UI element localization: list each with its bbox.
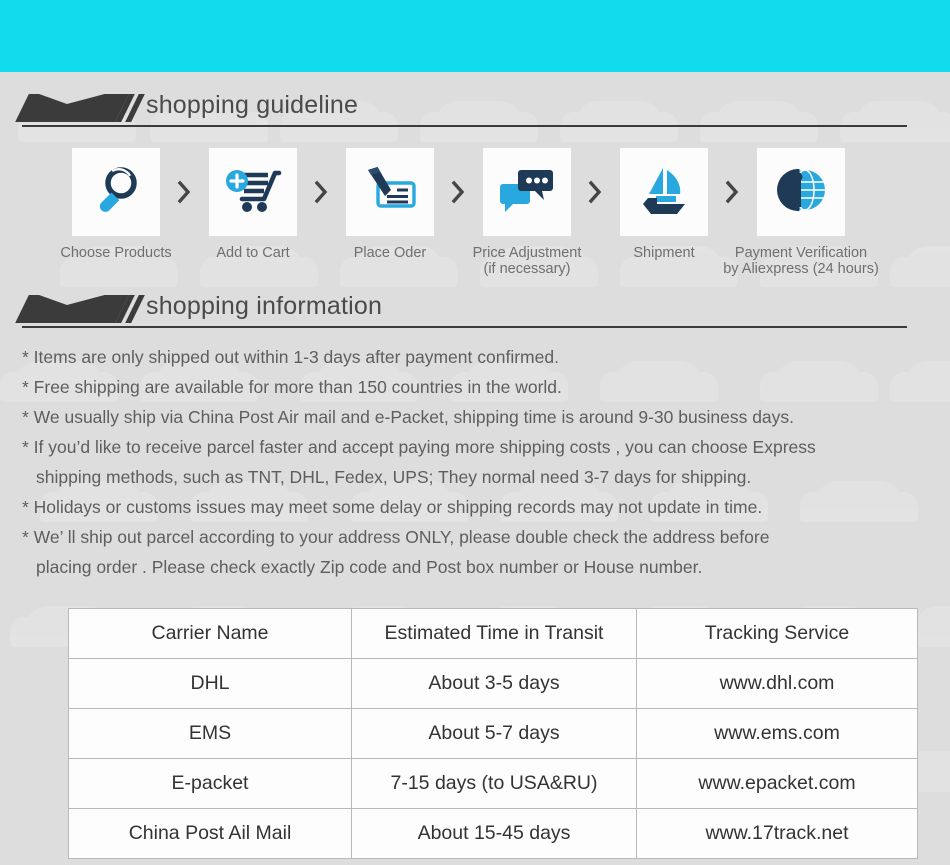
information-heading-text: shopping information: [146, 292, 383, 320]
step-icon-box: [346, 148, 434, 236]
guideline-banner-stripes: [105, 94, 145, 122]
table-header-row: Carrier Name Estimated Time in Transit T…: [68, 608, 918, 659]
table-row: China Post Ail Mail About 15-45 days www.1…: [68, 808, 918, 859]
table-header-cell: Estimated Time in Transit: [351, 608, 637, 659]
bullet-line1: * We’ ll ship out parcel according to yo…: [22, 527, 770, 547]
pen-check-icon: [361, 163, 419, 222]
information-section-header: shopping information: [0, 292, 950, 335]
bullet-line1: * Free shipping are available for more t…: [22, 377, 562, 397]
step-icon-box: [72, 148, 160, 236]
table-cell: China Post Ail Mail: [68, 808, 352, 859]
step-label: Place Oder: [354, 245, 427, 261]
step-label-line1: Add to Cart: [216, 245, 290, 261]
table-cell: About 5-7 days: [351, 708, 637, 759]
step-label-line1: Place Oder: [353, 245, 427, 261]
chevron-right-icon: [160, 148, 209, 236]
table-cell: www.ems.com: [636, 708, 918, 759]
shipping-info-page: shopping guideline Choose Products Add t…: [0, 0, 950, 865]
add-to-cart-icon: [224, 163, 282, 222]
information-banner-stripes: [105, 295, 145, 323]
table-cell: E-packet: [68, 758, 352, 809]
step-label: Shipment: [633, 245, 694, 261]
step-label-line1: Payment Verification: [734, 245, 868, 261]
table-cell: www.epacket.com: [636, 758, 918, 809]
step-icon-box: [757, 148, 845, 236]
guideline-section-header: shopping guideline: [0, 91, 950, 134]
chevron-right-icon: [434, 148, 483, 236]
step-label-line2: by Aliexpress (24 hours): [723, 261, 879, 277]
table-header-cell: Carrier Name: [68, 608, 352, 659]
guideline-heading-text: shopping guideline: [146, 91, 359, 119]
guideline-heading-rule: [22, 125, 907, 127]
step-payment-verification[interactable]: Payment Verification by Aliexpress (24 h…: [723, 148, 879, 277]
step-label-line1: Price Adjustment: [472, 245, 582, 261]
table-row: E-packet 7-15 days (to USA&RU) www.epacket…: [68, 758, 918, 809]
table-cell: www.17track.net: [636, 808, 918, 859]
bullet-line1: * Holidays or customs issues may meet so…: [22, 497, 763, 517]
guideline-steps: Choose Products Add to Cart Place Oder P…: [0, 148, 950, 277]
step-label: Add to Cart: [216, 245, 289, 261]
bullet-line2: placing order . Please check exactly Zip…: [36, 557, 703, 577]
table-row: EMS About 5-7 days www.ems.com: [68, 708, 918, 759]
information-bullet: * Holidays or customs issues may meet so…: [22, 492, 927, 522]
sailboat-icon: [635, 164, 693, 221]
chat-bubbles-icon: [499, 164, 555, 221]
step-label: Payment Verification by Aliexpress (24 h…: [723, 245, 879, 277]
magnifier-icon: [89, 163, 143, 222]
step-icon-box: [483, 148, 571, 236]
information-bullet: * We’ ll ship out parcel according to yo…: [22, 522, 927, 582]
step-label-line1: Shipment: [633, 245, 695, 261]
information-bullet: * Items are only shipped out within 1-3 …: [22, 342, 927, 372]
step-icon-box: [209, 148, 297, 236]
step-icon-box: [620, 148, 708, 236]
step-label-line2: (if necessary): [483, 261, 571, 277]
carrier-table: Carrier Name Estimated Time in Transit T…: [68, 608, 918, 859]
information-heading-rule: [22, 326, 907, 328]
step-price-adjustment[interactable]: Price Adjustment (if necessary): [473, 148, 581, 277]
step-label: Price Adjustment (if necessary): [473, 245, 582, 277]
table-cell: www.dhl.com: [636, 658, 918, 709]
step-add-to-cart[interactable]: Add to Cart: [209, 148, 297, 261]
bullet-line2: shipping methods, such as TNT, DHL, Fede…: [36, 467, 752, 487]
information-bullet: * Free shipping are available for more t…: [22, 372, 927, 402]
table-row: DHL About 3-5 days www.dhl.com: [68, 658, 918, 709]
step-label: Choose Products: [60, 245, 171, 261]
bullet-line1: * We usually ship via China Post Air mai…: [22, 407, 795, 427]
step-choose-products[interactable]: Choose Products: [60, 148, 172, 261]
step-label-line1: Choose Products: [60, 245, 172, 261]
table-cell: DHL: [68, 658, 352, 709]
chevron-right-icon: [708, 148, 757, 236]
step-place-order[interactable]: Place Oder: [346, 148, 434, 261]
information-bullets: * Items are only shipped out within 1-3 …: [22, 342, 927, 582]
dollar-globe-icon: [774, 163, 828, 222]
bullet-line1: * Items are only shipped out within 1-3 …: [22, 347, 559, 367]
table-header-cell: Tracking Service: [636, 608, 918, 659]
step-shipment[interactable]: Shipment: [620, 148, 708, 261]
information-bullet: * We usually ship via China Post Air mai…: [22, 402, 927, 432]
information-bullet: * If you’d like to receive parcel faster…: [22, 432, 927, 492]
top-cyan-banner: [0, 0, 950, 72]
table-cell: 7-15 days (to USA&RU): [351, 758, 637, 809]
chevron-right-icon: [297, 148, 346, 236]
bullet-line1: * If you’d like to receive parcel faster…: [22, 437, 816, 457]
chevron-right-icon: [571, 148, 620, 236]
table-cell: About 3-5 days: [351, 658, 637, 709]
table-cell: About 15-45 days: [351, 808, 637, 859]
table-cell: EMS: [68, 708, 352, 759]
